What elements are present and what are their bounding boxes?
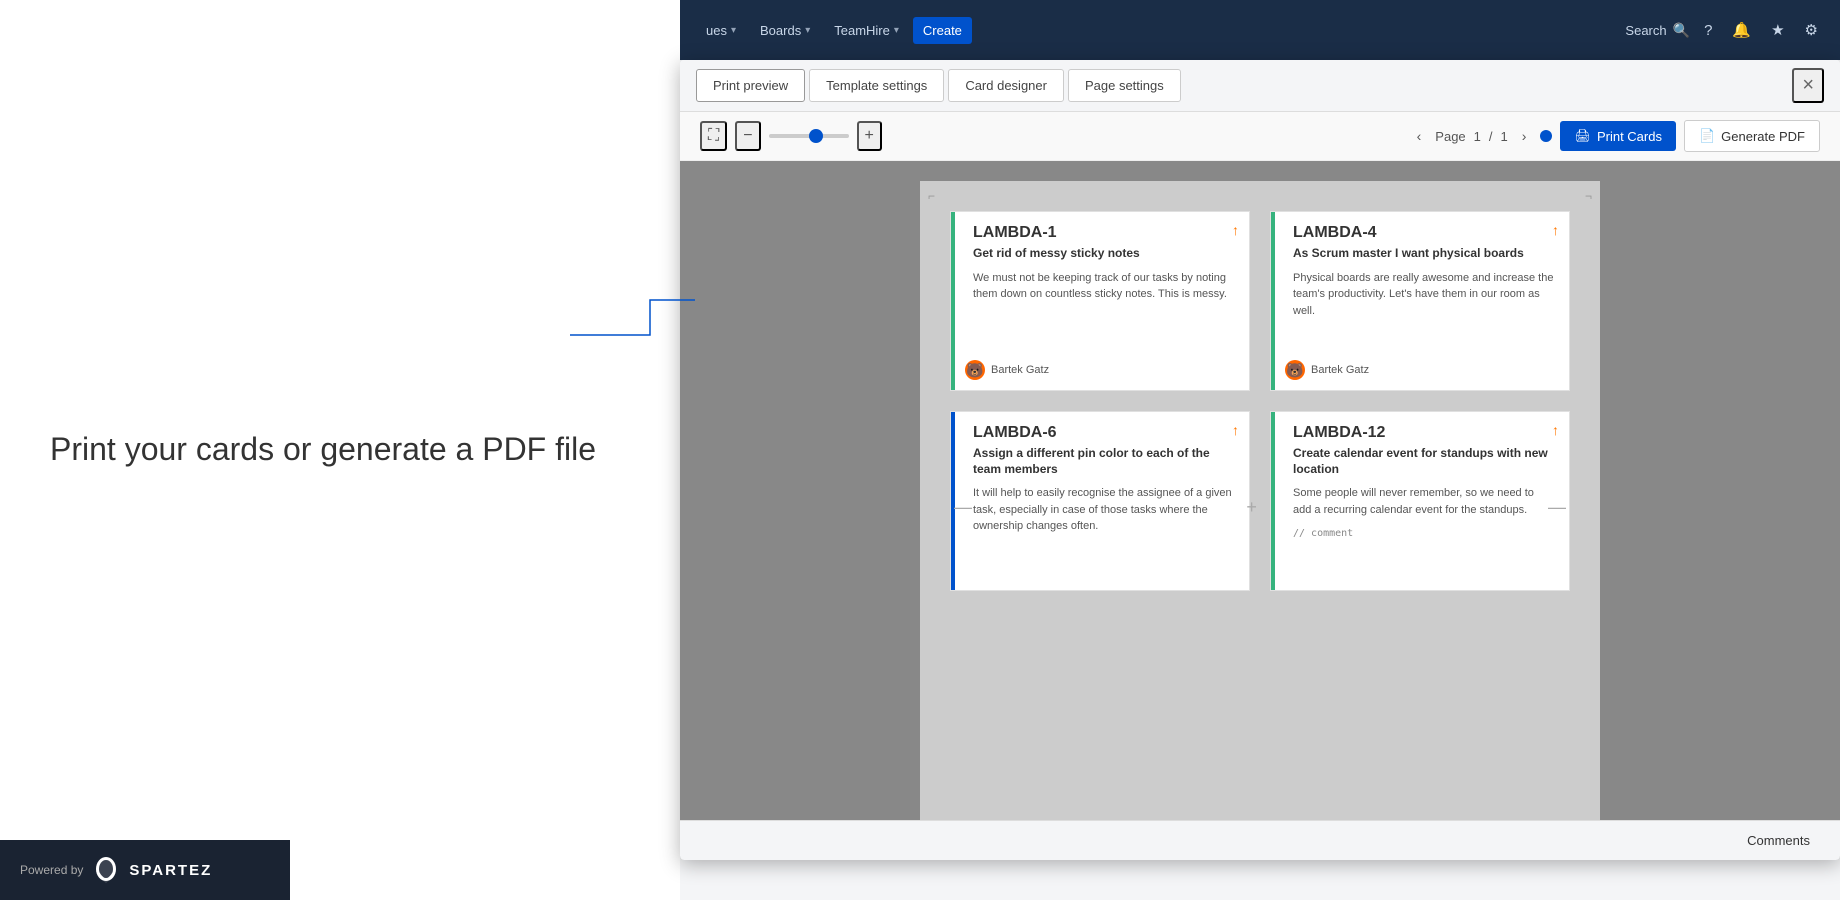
comments-button[interactable]: Comments — [1737, 829, 1820, 852]
nav-teamhire-chevron: ▾ — [894, 25, 899, 36]
corner-mark-tl: ⌐ — [928, 189, 935, 203]
card-4-comment: // comment — [1293, 528, 1555, 539]
page-separator: / — [1489, 129, 1493, 144]
zoom-expand-button[interactable]: ⛶ — [700, 121, 727, 151]
card-left-bar-4 — [1271, 412, 1275, 590]
card-lambda-6: LAMBDA-6 Assign a different pin color to… — [950, 411, 1250, 591]
crosshair-right: — — [1548, 497, 1566, 518]
nav-ues-chevron: ▾ — [731, 25, 736, 36]
cards-grid: LAMBDA-1 Get rid of messy sticky notes W… — [950, 211, 1570, 591]
tab-card-designer[interactable]: Card designer — [948, 69, 1064, 102]
card-2-title: As Scrum master I want physical boards — [1293, 246, 1555, 262]
modal-close-button[interactable]: × — [1792, 68, 1824, 103]
hero-text: Print your cards or generate a PDF file — [50, 429, 596, 471]
card-4-body: Some people will never remember, so we n… — [1293, 485, 1555, 518]
nav-item-create[interactable]: Create — [913, 17, 972, 44]
card-1-assignee-name: Bartek Gatz — [991, 364, 1049, 376]
card-3-id: LAMBDA-6 — [973, 424, 1235, 442]
card-1-id: LAMBDA-1 — [973, 224, 1235, 242]
settings-icon[interactable]: ⚙ — [1799, 17, 1824, 43]
nav-create-label: Create — [923, 23, 962, 38]
right-panel: ues ▾ Boards ▾ TeamHire ▾ Create Search … — [680, 0, 1840, 900]
nav-boards-label: Boards — [760, 23, 801, 38]
card-2-id: LAMBDA-4 — [1293, 224, 1555, 242]
page-prev-button[interactable]: ‹ — [1411, 126, 1428, 146]
card-4-id: LAMBDA-12 — [1293, 424, 1555, 442]
print-page: ⌐ ¬ LAMBDA-1 Get rid of messy sticky not… — [920, 181, 1600, 840]
spartez-helmet-icon — [91, 855, 121, 885]
card-3-title: Assign a different pin color to each of … — [973, 446, 1235, 477]
nav-boards-chevron: ▾ — [805, 25, 810, 36]
card-1-avatar: 🐻 — [965, 360, 985, 380]
card-lambda-1: LAMBDA-1 Get rid of messy sticky notes W… — [950, 211, 1250, 391]
card-1-title: Get rid of messy sticky notes — [973, 246, 1235, 262]
help-icon[interactable]: ? — [1698, 18, 1718, 43]
card-lambda-4: LAMBDA-4 As Scrum master I want physical… — [1270, 211, 1570, 391]
spartez-logo: Powered by SPARTEZ — [20, 855, 212, 885]
card-3-body: It will help to easily recognise the ass… — [973, 485, 1235, 535]
page-label: Page — [1435, 129, 1465, 144]
dot-indicator — [1540, 130, 1552, 142]
card-1-body: We must not be keeping track of our task… — [973, 270, 1235, 303]
notifications-icon[interactable]: 🔔 — [1726, 17, 1757, 43]
nav-teamhire-label: TeamHire — [834, 23, 890, 38]
modal-toolbar: ⛶ − + ‹ Page 1 / 1 › 🖨 Print Cards 📄 — [680, 112, 1840, 161]
corner-mark-tr: ¬ — [1585, 189, 1592, 203]
nav-bar: ues ▾ Boards ▾ TeamHire ▾ Create Search … — [680, 0, 1840, 60]
print-cards-button[interactable]: 🖨 Print Cards — [1560, 121, 1676, 151]
card-1-priority: ↑ — [1232, 222, 1239, 238]
pdf-icon: 📄 — [1699, 128, 1715, 144]
star-icon[interactable]: ★ — [1765, 17, 1790, 43]
zoom-thumb — [809, 129, 823, 143]
crosshair-center: + — [1246, 497, 1257, 518]
generate-pdf-button[interactable]: 📄 Generate PDF — [1684, 120, 1820, 152]
status-bar: Comments — [680, 820, 1840, 860]
left-panel: Print your cards or generate a PDF file … — [0, 0, 680, 900]
nav-search[interactable]: Search 🔍 — [1625, 22, 1690, 39]
card-left-bar-1 — [951, 212, 955, 390]
nav-item-ues[interactable]: ues ▾ — [696, 17, 746, 44]
zoom-slider[interactable] — [769, 134, 849, 138]
zoom-minus-button[interactable]: − — [735, 121, 760, 151]
page-current: 1 — [1474, 129, 1481, 144]
nav-item-teamhire[interactable]: TeamHire ▾ — [824, 17, 909, 44]
nav-item-boards[interactable]: Boards ▾ — [750, 17, 820, 44]
print-preview-area[interactable]: ⌐ ¬ LAMBDA-1 Get rid of messy sticky not… — [680, 161, 1840, 860]
page-total: 1 — [1501, 129, 1508, 144]
tab-template-settings[interactable]: Template settings — [809, 69, 944, 102]
search-icon: 🔍 — [1673, 22, 1690, 39]
print-modal: Print preview Template settings Card des… — [680, 60, 1840, 860]
generate-pdf-label: Generate PDF — [1721, 129, 1805, 144]
print-cards-label: Print Cards — [1597, 129, 1662, 144]
card-left-bar-2 — [1271, 212, 1275, 390]
card-2-assignee: 🐻 Bartek Gatz — [1285, 360, 1369, 380]
nav-ues-label: ues — [706, 23, 727, 38]
footer-bar: Powered by SPARTEZ — [0, 840, 290, 900]
card-4-title: Create calendar event for standups with … — [1293, 446, 1555, 477]
printer-icon: 🖨 — [1574, 128, 1591, 144]
card-lambda-12: LAMBDA-12 Create calendar event for stan… — [1270, 411, 1570, 591]
nav-right: Search 🔍 ? 🔔 ★ ⚙ — [1625, 17, 1824, 43]
page-next-button[interactable]: › — [1516, 126, 1533, 146]
card-2-assignee-name: Bartek Gatz — [1311, 364, 1369, 376]
tab-print-preview[interactable]: Print preview — [696, 69, 805, 102]
nav-search-label: Search — [1625, 23, 1666, 38]
card-2-priority: ↑ — [1552, 222, 1559, 238]
zoom-plus-button[interactable]: + — [857, 121, 882, 151]
card-2-avatar: 🐻 — [1285, 360, 1305, 380]
card-2-body: Physical boards are really awesome and i… — [1293, 270, 1555, 320]
brand-label: SPARTEZ — [129, 862, 212, 879]
crosshair-left: — — [954, 497, 972, 518]
powered-by-label: Powered by — [20, 863, 83, 877]
page-info: ‹ Page 1 / 1 › — [1411, 126, 1533, 146]
tab-page-settings[interactable]: Page settings — [1068, 69, 1181, 102]
card-4-priority: ↑ — [1552, 422, 1559, 438]
card-3-priority: ↑ — [1232, 422, 1239, 438]
card-1-assignee: 🐻 Bartek Gatz — [965, 360, 1049, 380]
